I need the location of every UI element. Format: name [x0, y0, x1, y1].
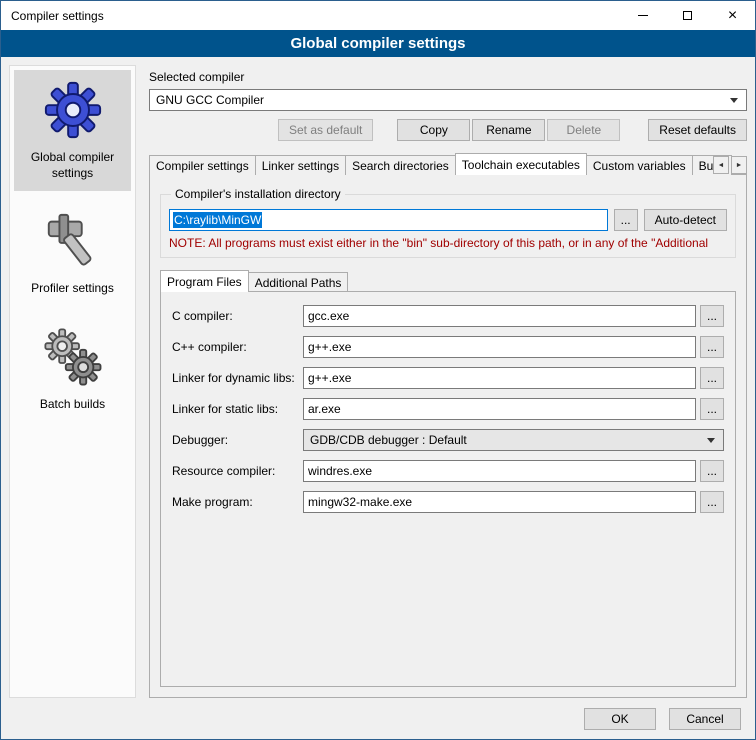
linker-static-label: Linker for static libs:	[172, 402, 299, 416]
program-files-tabstrip: Program Files Additional Paths	[160, 270, 736, 292]
maximize-button[interactable]	[665, 1, 710, 30]
tab-program-files[interactable]: Program Files	[160, 270, 249, 292]
tab-label: Compiler settings	[156, 159, 249, 173]
rename-button[interactable]: Rename	[472, 119, 545, 141]
installation-directory-legend: Compiler's installation directory	[171, 187, 345, 201]
cpp-compiler-input[interactable]	[303, 336, 696, 358]
dialog-footer: OK Cancel	[1, 698, 755, 739]
debugger-value: GDB/CDB debugger : Default	[310, 433, 701, 447]
dialog-header: Global compiler settings	[1, 30, 755, 57]
linker-dynamic-label: Linker for dynamic libs:	[172, 371, 299, 385]
chevron-down-icon	[730, 98, 738, 103]
chevron-down-icon	[707, 438, 715, 443]
installation-directory-group: Compiler's installation directory C:\ray…	[160, 187, 736, 258]
tab-compiler-settings[interactable]: Compiler settings	[149, 155, 256, 175]
minimize-icon	[638, 15, 648, 16]
sidebar-item-label: Profiler settings	[31, 281, 114, 297]
tab-toolchain-executables[interactable]: Toolchain executables	[455, 153, 587, 175]
browse-button[interactable]: ...	[700, 367, 724, 389]
delete-button: Delete	[547, 119, 620, 141]
linker-dynamic-input[interactable]	[303, 367, 696, 389]
sidebar-item-profiler-settings[interactable]: Profiler settings	[14, 201, 131, 307]
tab-scroll-controls: ◄ ►	[713, 156, 747, 174]
cancel-button[interactable]: Cancel	[669, 708, 741, 730]
resource-compiler-label: Resource compiler:	[172, 464, 299, 478]
compiler-settings-tabstrip: Compiler settings Linker settings Search…	[149, 153, 747, 175]
minimize-button[interactable]	[620, 1, 665, 30]
sidebar-item-global-compiler-settings[interactable]: Global compiler settings	[14, 70, 131, 191]
copy-button[interactable]: Copy	[397, 119, 470, 141]
set-as-default-button: Set as default	[278, 119, 373, 141]
batch-builds-gears-icon	[42, 326, 104, 388]
debugger-select[interactable]: GDB/CDB debugger : Default	[303, 429, 724, 451]
browse-button[interactable]: ...	[700, 491, 724, 513]
cpp-compiler-label: C++ compiler:	[172, 340, 299, 354]
tab-scroll-right-button[interactable]: ►	[731, 156, 747, 174]
selected-compiler-value: GNU GCC Compiler	[156, 93, 724, 107]
make-program-input[interactable]	[303, 491, 696, 513]
browse-button[interactable]: ...	[700, 336, 724, 358]
tab-custom-variables[interactable]: Custom variables	[586, 155, 693, 175]
auto-detect-button[interactable]: Auto-detect	[644, 209, 727, 231]
make-program-label: Make program:	[172, 495, 299, 509]
resource-compiler-input[interactable]	[303, 460, 696, 482]
titlebar: Compiler settings ×	[1, 1, 755, 30]
sidebar-item-label: Global compiler settings	[16, 150, 129, 181]
tab-label: Program Files	[167, 275, 242, 289]
maximize-icon	[683, 11, 692, 20]
installation-directory-input[interactable]: C:\raylib\MinGW	[169, 209, 608, 231]
ok-button[interactable]: OK	[584, 708, 656, 730]
browse-directory-button[interactable]: ...	[614, 209, 638, 231]
reset-defaults-button[interactable]: Reset defaults	[648, 119, 747, 141]
linker-static-input[interactable]	[303, 398, 696, 420]
c-compiler-input[interactable]	[303, 305, 696, 327]
tab-label: Linker settings	[262, 159, 339, 173]
dialog-header-title: Global compiler settings	[290, 35, 465, 52]
bin-subdirectory-note: NOTE: All programs must exist either in …	[169, 236, 727, 250]
tab-label: Search directories	[352, 159, 449, 173]
tab-label: Toolchain executables	[462, 158, 580, 172]
toolchain-executables-panel: Compiler's installation directory C:\ray…	[149, 174, 747, 698]
selected-directory-text: C:\raylib\MinGW	[173, 212, 262, 228]
selected-compiler-label: Selected compiler	[149, 70, 747, 84]
blue-gear-icon	[42, 79, 104, 141]
profiler-tool-icon	[42, 210, 104, 272]
c-compiler-label: C compiler:	[172, 309, 299, 323]
program-files-panel: C compiler: ... C++ compiler: ... Linker…	[160, 291, 736, 687]
sidebar-item-label: Batch builds	[40, 397, 105, 413]
browse-button[interactable]: ...	[700, 398, 724, 420]
browse-button[interactable]: ...	[700, 460, 724, 482]
tab-label: Additional Paths	[255, 276, 342, 290]
close-icon: ×	[728, 8, 737, 24]
close-button[interactable]: ×	[710, 1, 755, 30]
compiler-actions: Set as default Copy Rename Delete Reset …	[149, 119, 747, 141]
compiler-settings-dialog: Compiler settings × Global compiler sett…	[0, 0, 756, 740]
settings-sidebar: Global compiler settings Profiler settin…	[9, 65, 136, 698]
tab-additional-paths[interactable]: Additional Paths	[248, 272, 349, 292]
tab-label: Custom variables	[593, 159, 686, 173]
debugger-label: Debugger:	[172, 433, 299, 447]
tab-scroll-left-button[interactable]: ◄	[713, 156, 729, 174]
tab-search-directories[interactable]: Search directories	[345, 155, 456, 175]
selected-compiler-dropdown[interactable]: GNU GCC Compiler	[149, 89, 747, 111]
browse-button[interactable]: ...	[700, 305, 724, 327]
sidebar-item-batch-builds[interactable]: Batch builds	[14, 317, 131, 423]
tab-linker-settings[interactable]: Linker settings	[255, 155, 346, 175]
window-title: Compiler settings	[1, 1, 620, 30]
